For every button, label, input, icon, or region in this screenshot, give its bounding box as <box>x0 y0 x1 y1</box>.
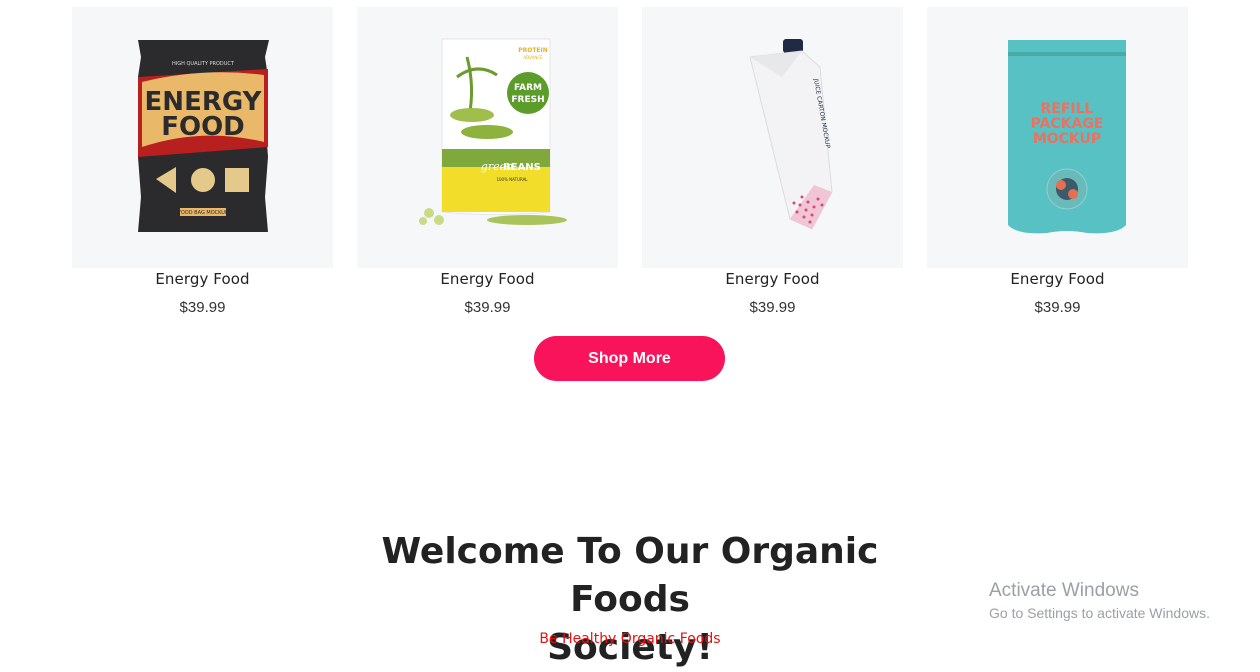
welcome-subtitle: Be Healthy Organic Foods <box>539 631 721 647</box>
product-name[interactable]: Energy Food <box>927 268 1188 290</box>
shop-more-button[interactable]: Shop More <box>534 336 725 381</box>
product-card[interactable]: REFILL PACKAGE MOCKUP Energy Food $39.99 <box>927 7 1188 327</box>
green-beans-pouch-icon: FARM FRESH PROTEIN ADVANCE green BEANS 1… <box>419 38 567 225</box>
svg-text:FOOD: FOOD <box>161 112 245 142</box>
svg-text:FARM: FARM <box>514 83 542 93</box>
welcome-heading-line1: Welcome To Our Organic Foods <box>381 531 879 620</box>
product-card[interactable]: JUICE CARTON MOCKUP Energy Food $39.99 <box>642 7 903 327</box>
watermark-title: Activate Windows <box>989 580 1139 601</box>
product-image[interactable]: JUICE CARTON MOCKUP <box>642 7 903 268</box>
product-image[interactable]: REFILL PACKAGE MOCKUP <box>927 7 1188 268</box>
product-name[interactable]: Energy Food <box>357 268 618 290</box>
product-image[interactable]: HIGH QUALITY PRODUCT ENERGY FOOD FOOD BA… <box>72 7 333 268</box>
refill-pouch-icon: REFILL PACKAGE MOCKUP <box>1008 40 1126 234</box>
product-card[interactable]: FARM FRESH PROTEIN ADVANCE green BEANS 1… <box>357 7 618 327</box>
svg-text:ADVANCE: ADVANCE <box>523 55 543 60</box>
svg-text:REFILL: REFILL <box>1041 101 1094 117</box>
windows-activation-watermark: Activate Windows Go to Settings to activ… <box>989 580 1210 622</box>
watermark-subtitle: Go to Settings to activate Windows. <box>989 605 1210 621</box>
energy-food-bag-icon: HIGH QUALITY PRODUCT ENERGY FOOD FOOD BA… <box>138 40 269 232</box>
product-name[interactable]: Energy Food <box>642 268 903 290</box>
svg-text:PROTEIN: PROTEIN <box>518 47 548 54</box>
product-image[interactable]: FARM FRESH PROTEIN ADVANCE green BEANS 1… <box>357 7 618 268</box>
svg-text:BEANS: BEANS <box>503 162 541 173</box>
product-card[interactable]: HIGH QUALITY PRODUCT ENERGY FOOD FOOD BA… <box>72 7 333 327</box>
juice-carton-icon: JUICE CARTON MOCKUP <box>749 39 833 230</box>
svg-text:100% NATURAL: 100% NATURAL <box>496 177 528 182</box>
product-price: $39.99 <box>179 299 226 316</box>
product-grid: HIGH QUALITY PRODUCT ENERGY FOOD FOOD BA… <box>72 7 1188 327</box>
product-price: $39.99 <box>1034 299 1081 316</box>
svg-text:FOOD BAG MOCKUP: FOOD BAG MOCKUP <box>178 210 228 216</box>
product-price: $39.99 <box>749 299 796 316</box>
svg-text:HIGH QUALITY PRODUCT: HIGH QUALITY PRODUCT <box>172 61 235 67</box>
welcome-heading: Welcome To Our Organic Foods Society! <box>320 528 940 672</box>
svg-text:FRESH: FRESH <box>511 95 544 105</box>
product-name[interactable]: Energy Food <box>72 268 333 290</box>
svg-text:PACKAGE: PACKAGE <box>1031 116 1104 132</box>
product-price: $39.99 <box>464 299 511 316</box>
svg-text:MOCKUP: MOCKUP <box>1033 131 1101 147</box>
